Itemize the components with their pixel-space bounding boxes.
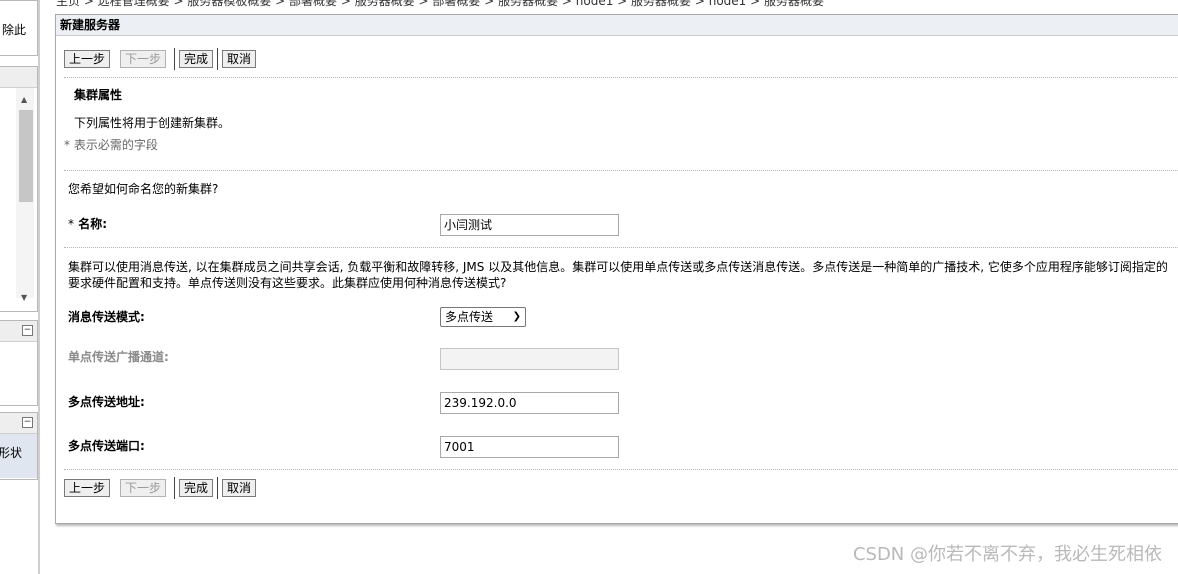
left-panel-4-text: 形状 [0,446,23,460]
left-panel-header [0,67,37,88]
multicast-address-label: 多点传送地址: [68,395,145,409]
divider [38,0,40,574]
breadcrumb: 主页 > 远程管理概要 > 服务器模板概要 > 部署概要 > 服务器概要 > 部… [56,0,1178,8]
required-star: * [68,217,74,231]
prev-button[interactable]: 上一步 [64,50,111,68]
section-title: 集群属性 [74,88,123,102]
button-separator [217,477,219,499]
watermark: CSDN @你若不离不弃，我必生死相依 [852,544,1162,565]
button-separator [174,477,176,499]
button-separator [174,48,176,70]
messaging-description-2: 要求硬件配置和支持。单点传送则没有这些要求。此集群应使用何种消息传送模式? [68,276,507,290]
left-sidebar: 除此 ▲ ▼ − − 形状 [0,0,40,574]
separator-line [64,77,1178,78]
left-panel-4-selected[interactable]: 形状 [0,434,37,478]
finish-button[interactable]: 完成 [179,479,214,497]
cancel-button[interactable]: 取消 [222,50,257,68]
messaging-description-1: 集群可以使用消息传送, 以在集群成员之间共享会话, 负载平衡和故障转移, JMS… [68,260,1168,274]
messaging-mode-label: 消息传送模式: [68,310,145,324]
scroll-down-icon[interactable]: ▼ [21,293,27,302]
next-button[interactable]: 下一步 [120,479,167,497]
messaging-mode-select[interactable]: 多点传送 ❯ [440,307,526,327]
left-panel-top-text: 除此 [2,23,27,37]
name-question: 您希望如何命名您的新集群? [68,182,219,196]
multicast-port-input[interactable]: 7001 [440,436,619,458]
left-panel-3: − [0,320,38,406]
left-panel-top: 除此 [0,0,38,56]
unicast-channel-input[interactable] [440,348,619,370]
button-separator [217,48,219,70]
required-note: * 表示必需的字段 [64,138,158,152]
next-button[interactable]: 下一步 [120,50,167,68]
separator-line [64,247,1178,248]
new-server-panel: 新建服务器 上一步 下一步 完成 取消 集群属性 下列属性将用于创建新集群。 *… [55,14,1178,524]
scroll-up-icon[interactable]: ▲ [21,95,27,104]
left-panel-4-header: − [0,413,37,434]
scrollbar-thumb[interactable] [19,110,33,202]
chevron-down-icon: ❯ [512,311,521,322]
panel-title: 新建服务器 [56,15,1178,36]
multicast-address-input[interactable]: 239.192.0.0 [440,392,619,414]
left-panel-3-header: − [0,321,37,342]
multicast-port-label: 多点传送端口: [68,439,145,453]
separator-line [64,170,1178,171]
name-label: * 名称: [68,215,107,232]
separator-line [64,469,1178,470]
left-panel-4: − 形状 [0,412,38,480]
bottom-button-bar: 上一步 下一步 完成 取消 [64,477,257,499]
prev-button[interactable]: 上一步 [64,479,111,497]
name-label-text: 名称: [78,217,107,231]
top-button-bar: 上一步 下一步 完成 取消 [64,48,257,70]
messaging-mode-value: 多点传送 [445,310,494,324]
finish-button[interactable]: 完成 [179,50,214,68]
minimize-icon[interactable]: − [22,325,33,336]
section-description: 下列属性将用于创建新集群。 [74,116,231,130]
cancel-button[interactable]: 取消 [222,479,257,497]
unicast-channel-label: 单点传送广播通道: [68,350,169,364]
cluster-name-input[interactable]: 小闫测试 [440,214,619,236]
breadcrumb-text[interactable]: 主页 > 远程管理概要 > 服务器模板概要 > 部署概要 > 服务器概要 > 部… [56,0,1178,8]
minimize-icon[interactable]: − [22,417,33,428]
